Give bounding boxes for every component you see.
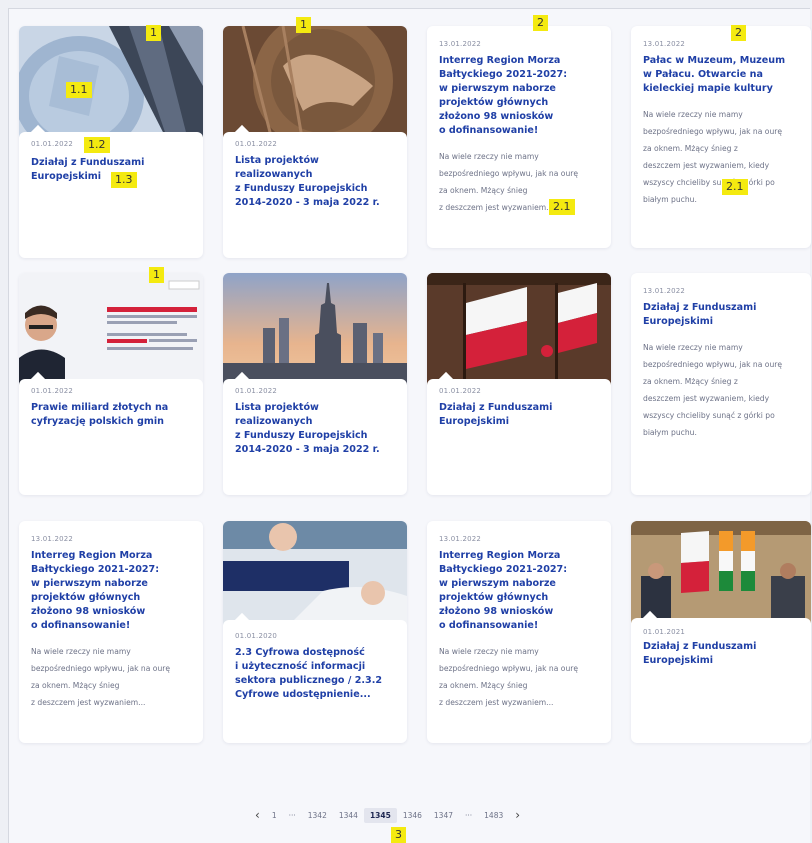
warsaw-skyline-photo [223,273,407,391]
card-date: 13.01.2022 [643,40,686,48]
card-image [19,273,203,391]
card-date: 01.01.2022 [235,140,278,148]
card-title[interactable]: Działaj z Funduszami Europejskimi [643,301,799,329]
pagination-page-first[interactable]: 1 [266,808,283,823]
card-date: 13.01.2022 [643,287,686,295]
card-title[interactable]: Lista projektów realizowanych z Funduszy… [235,154,395,210]
annotation-tag: 3 [391,827,406,843]
pagination: ‹ 1 ··· 1342 1344 1345 1346 1347 ··· 148… [249,805,526,825]
card-image [223,521,407,631]
card-title[interactable]: 2.3 Cyfrowa dostępność i użyteczność inf… [235,646,395,702]
annotation-tag: 2.1 [722,179,748,195]
card-image [223,273,407,391]
card-excerpt: Na wiele rzeczy nie mamy bezpośredniego … [439,647,579,707]
news-card[interactable]: 13.01.2022 Interreg Region Morza Bałtyck… [427,521,611,743]
news-card[interactable]: 01.01.2022 Lista projektów realizowanych… [223,273,407,495]
news-card[interactable]: 13.01.2022 Pałac w Muzeum, Muzeum w Pała… [631,26,811,248]
news-card[interactable]: 13.01.2022 Interreg Region Morza Bałtyck… [427,26,611,248]
pagination-ellipsis: ··· [465,810,473,820]
news-card[interactable]: 13.01.2022 Interreg Region Morza Bałtyck… [19,521,203,743]
card-title[interactable]: Interreg Region Morza Bałtyckiego 2021-2… [31,549,191,633]
card-image [427,273,611,391]
annotation-tag: 1 [296,17,311,33]
annotation-tag: 1.3 [111,172,137,188]
card-image [19,26,203,144]
card-image [223,26,407,144]
pagination-prev-button[interactable]: ‹ [249,805,266,825]
news-card[interactable]: 01.01.2021 Działaj z Funduszami Europejs… [631,521,811,743]
card-date: 01.01.2022 [235,387,278,395]
annotation-tag: 2 [533,15,548,31]
card-date: 01.01.2022 [439,387,482,395]
card-date: 13.01.2022 [439,535,482,543]
card-title[interactable]: Lista projektów realizowanych z Funduszy… [235,401,395,457]
card-date: 01.01.2022 [31,140,74,148]
card-date: 01.01.2021 [643,628,686,636]
news-card[interactable]: 13.01.2022 Działaj z Funduszami Europejs… [631,273,811,495]
annotation-tag: 1 [146,25,161,41]
un-emblem-photo [223,26,407,144]
annotation-tag: 2 [731,25,746,41]
card-title[interactable]: Prawie miliard złotych na cyfryzację pol… [31,401,191,429]
pagination-page[interactable]: 1347 [428,808,459,823]
news-grid-page: 01.01.2022 Działaj z Funduszami Europejs… [8,8,811,843]
annotation-tag: 1 [149,267,164,283]
annotation-tag: 1.2 [84,137,110,153]
india-poland-meeting-photo [631,521,811,629]
pagination-ellipsis: ··· [288,810,296,820]
card-date: 13.01.2022 [439,40,482,48]
pagination-page-last[interactable]: 1483 [478,808,509,823]
polish-flags-photo [427,273,611,391]
card-title[interactable]: Interreg Region Morza Bałtyckiego 2021-2… [439,54,599,138]
card-excerpt: Na wiele rzeczy nie mamy bezpośredniego … [643,343,783,437]
skyscraper-photo [19,26,203,144]
news-card[interactable]: 01.01.2022 Działaj z Funduszami Europejs… [19,26,203,258]
card-excerpt: Na wiele rzeczy nie mamy bezpośredniego … [31,647,171,707]
pagination-page-current[interactable]: 1345 [363,807,397,823]
card-date: 01.01.2022 [31,387,74,395]
annotation-tag: 2.1 [549,199,575,215]
card-title[interactable]: Pałac w Muzeum, Muzeum w Pałacu. Otwarci… [643,54,799,96]
news-card[interactable]: 01.01.2020 2.3 Cyfrowa dostępność i użyt… [223,521,407,743]
annotation-tag: 1.1 [66,82,92,98]
card-title[interactable]: Działaj z Funduszami Europejskimi [439,401,599,429]
card-excerpt: Na wiele rzeczy nie mamy bezpośredniego … [439,152,579,212]
news-card[interactable]: 01.01.2022 Lista projektów realizowanych… [223,26,407,258]
card-title[interactable]: Interreg Region Morza Bałtyckiego 2021-2… [439,549,599,633]
pagination-page[interactable]: 1344 [333,808,364,823]
card-excerpt: Na wiele rzeczy nie mamy bezpośredniego … [643,110,783,204]
card-title[interactable]: Działaj z Funduszami Europejskimi [643,640,799,668]
pagination-next-button[interactable]: › [509,805,526,825]
news-card[interactable]: 01.01.2022 Prawie miliard złotych na cyf… [19,273,203,495]
card-date: 13.01.2022 [31,535,74,543]
news-card[interactable]: 01.01.2022 Działaj z Funduszami Europejs… [427,273,611,495]
pagination-page[interactable]: 1346 [397,808,428,823]
card-date: 01.01.2020 [235,632,278,640]
minister-slide-photo [19,273,203,391]
pagination-page[interactable]: 1342 [302,808,333,823]
digital-library-photo [223,521,407,631]
card-image [631,521,811,629]
